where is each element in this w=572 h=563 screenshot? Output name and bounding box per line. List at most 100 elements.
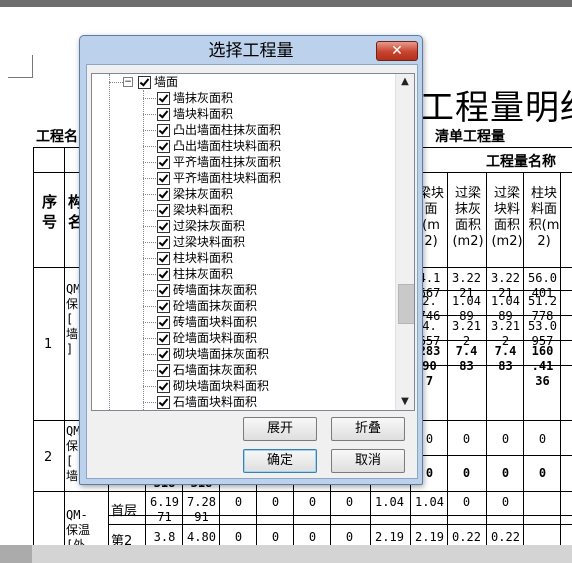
checkbox[interactable] bbox=[157, 172, 170, 185]
checkbox[interactable] bbox=[157, 140, 170, 153]
tree-item[interactable]: 石墙面抹灰面积 bbox=[157, 362, 393, 378]
tree-item-label: 梁块料面积 bbox=[173, 203, 234, 217]
column-header: 柱 灰 bbox=[563, 186, 572, 218]
table-cell: 0 bbox=[501, 432, 510, 446]
checkbox[interactable] bbox=[157, 156, 170, 169]
tree-line bbox=[109, 82, 123, 83]
tree-item-label: 平齐墙面柱块料面积 bbox=[173, 171, 282, 185]
tree-node-wall-surface[interactable]: − 墙面 bbox=[123, 74, 383, 90]
scroll-down-icon[interactable]: ▼ bbox=[396, 394, 414, 410]
tree-item[interactable]: 砼墙面抹灰面积 bbox=[157, 298, 393, 314]
tree-item[interactable]: 砌块墙面块料面积 bbox=[157, 378, 393, 394]
table-cell: 0 bbox=[462, 466, 471, 480]
tree-item[interactable]: 凸出墙面柱抹灰面积 bbox=[157, 122, 393, 138]
checkbox[interactable] bbox=[157, 204, 170, 217]
scroll-thumb[interactable] bbox=[398, 284, 414, 324]
collapse-toggle-icon[interactable]: − bbox=[123, 77, 133, 87]
table-cell: 5 bbox=[561, 294, 572, 309]
tree-item-label: 石墙面块料面积 bbox=[173, 395, 258, 409]
tree-item[interactable]: 石墙面块料面积 bbox=[157, 394, 393, 410]
tree-line bbox=[143, 338, 156, 339]
tree-line bbox=[143, 258, 156, 259]
tree-item-label: 砖墙面块料面积 bbox=[173, 315, 258, 329]
tree-line bbox=[143, 370, 156, 371]
checkbox[interactable] bbox=[157, 284, 170, 297]
tree-item[interactable]: 墙抹灰面积 bbox=[157, 90, 393, 106]
table-cell: 0 bbox=[345, 530, 354, 544]
tree-item[interactable]: 砖墙面抹灰面积 bbox=[157, 282, 393, 298]
scroll-left-area[interactable] bbox=[0, 545, 32, 563]
tree-line bbox=[143, 162, 156, 163]
table-cell: 0 bbox=[271, 530, 280, 544]
tree-item[interactable]: 平齐墙面柱抹灰面积 bbox=[157, 154, 393, 170]
tree-item[interactable]: 凸出墙面柱块料面积 bbox=[157, 138, 393, 154]
tree-line bbox=[143, 402, 156, 403]
table-cell: 0 bbox=[462, 432, 471, 446]
tree-scrollbar[interactable]: ▲ ▼ bbox=[395, 74, 414, 410]
close-icon[interactable]: ✕ bbox=[376, 41, 418, 61]
checkbox[interactable] bbox=[138, 76, 151, 89]
tree-item[interactable]: 砌块墙面抹灰面积 bbox=[157, 346, 393, 362]
tree-line bbox=[143, 386, 156, 387]
checkbox[interactable] bbox=[157, 348, 170, 361]
tree-item[interactable]: 砼墙面块料面积 bbox=[157, 330, 393, 346]
table-cell: 0 bbox=[501, 495, 510, 509]
tree-line bbox=[143, 146, 156, 147]
checkbox[interactable] bbox=[157, 332, 170, 345]
checkbox[interactable] bbox=[157, 300, 170, 313]
collapse-button[interactable]: 折叠 bbox=[331, 417, 405, 441]
checkbox[interactable] bbox=[157, 316, 170, 329]
tree-line bbox=[143, 354, 156, 355]
checkbox[interactable] bbox=[157, 268, 170, 281]
tree-line bbox=[143, 114, 156, 115]
checkbox[interactable] bbox=[157, 220, 170, 233]
checkbox[interactable] bbox=[157, 396, 170, 409]
checkbox[interactable] bbox=[157, 188, 170, 201]
table-cell: 7.4 83 bbox=[494, 344, 517, 373]
quantity-name-header: 工程量名称 bbox=[486, 154, 556, 170]
tree-item[interactable]: 梁抹灰面积 bbox=[157, 186, 393, 202]
tree-item[interactable]: 梁块料面积 bbox=[157, 202, 393, 218]
checkbox[interactable] bbox=[157, 124, 170, 137]
checkbox[interactable] bbox=[157, 108, 170, 121]
row-number: 1 bbox=[44, 337, 53, 352]
tree-line bbox=[143, 290, 156, 291]
table-cell: 0 bbox=[561, 466, 572, 481]
project-name-label: 工程名 bbox=[36, 129, 78, 145]
dialog-body: − 墙面 墙抹灰面积 墙块料面积 凸出墙面柱抹灰面积 凸出墙面柱块料面积 平齐墙面柱抹灰面积… bbox=[86, 64, 418, 479]
checkbox[interactable] bbox=[157, 236, 170, 249]
ok-button[interactable]: 确定 bbox=[243, 449, 317, 473]
cancel-button[interactable]: 取消 bbox=[331, 449, 405, 473]
checkbox[interactable] bbox=[157, 92, 170, 105]
checkbox[interactable] bbox=[157, 252, 170, 265]
tree-item[interactable]: 柱块料面积 bbox=[157, 250, 393, 266]
table-cell: 1.04 bbox=[375, 495, 404, 509]
select-quantity-dialog: 选择工程量 ✕ − 墙面 墙抹灰面积 墙块料面积 凸出墙面柱抹灰面积 凸出墙面柱块料面积平… bbox=[79, 35, 423, 485]
tree-item[interactable]: 平齐墙面柱块料面积 bbox=[157, 170, 393, 186]
table-line-v bbox=[64, 147, 65, 547]
horizontal-scrollbar[interactable] bbox=[0, 545, 572, 563]
tree-item-label: 砌块墙面块料面积 bbox=[173, 379, 270, 393]
tree-item-label: 凸出墙面柱抹灰面积 bbox=[173, 123, 282, 137]
checkbox[interactable] bbox=[157, 364, 170, 377]
document-title: 工程量明细 bbox=[420, 88, 572, 128]
tree-item[interactable]: 过梁抹灰面积 bbox=[157, 218, 393, 234]
tree-item[interactable]: 砖墙面块料面积 bbox=[157, 314, 393, 330]
table-cell: 6.19 71 bbox=[150, 495, 179, 524]
tree-item[interactable]: 过梁块料面积 bbox=[157, 234, 393, 250]
table-cell: 4.80 bbox=[187, 530, 216, 544]
table-cell: 3.8 bbox=[153, 530, 176, 544]
tree-item-label: 平齐墙面柱抹灰面积 bbox=[173, 155, 282, 169]
expand-button[interactable]: 展开 bbox=[243, 417, 317, 441]
table-cell: 2.19 bbox=[415, 530, 444, 544]
table-cell: 0 bbox=[308, 530, 317, 544]
tree-line bbox=[143, 178, 156, 179]
table-cell: 160 .41 36 bbox=[531, 344, 554, 388]
tree-item[interactable]: 柱抹灰面积 bbox=[157, 266, 393, 282]
quantity-tree[interactable]: − 墙面 墙抹灰面积 墙块料面积 凸出墙面柱抹灰面积 凸出墙面柱块料面积 平齐墙面柱抹灰面积… bbox=[91, 73, 415, 411]
checkbox[interactable] bbox=[157, 380, 170, 393]
scroll-up-icon[interactable]: ▲ bbox=[396, 74, 414, 90]
column-header-no: 序 号 bbox=[42, 193, 58, 231]
tree-item[interactable]: 墙块料面积 bbox=[157, 106, 393, 122]
table-cell: 7.4 83 bbox=[455, 344, 478, 373]
